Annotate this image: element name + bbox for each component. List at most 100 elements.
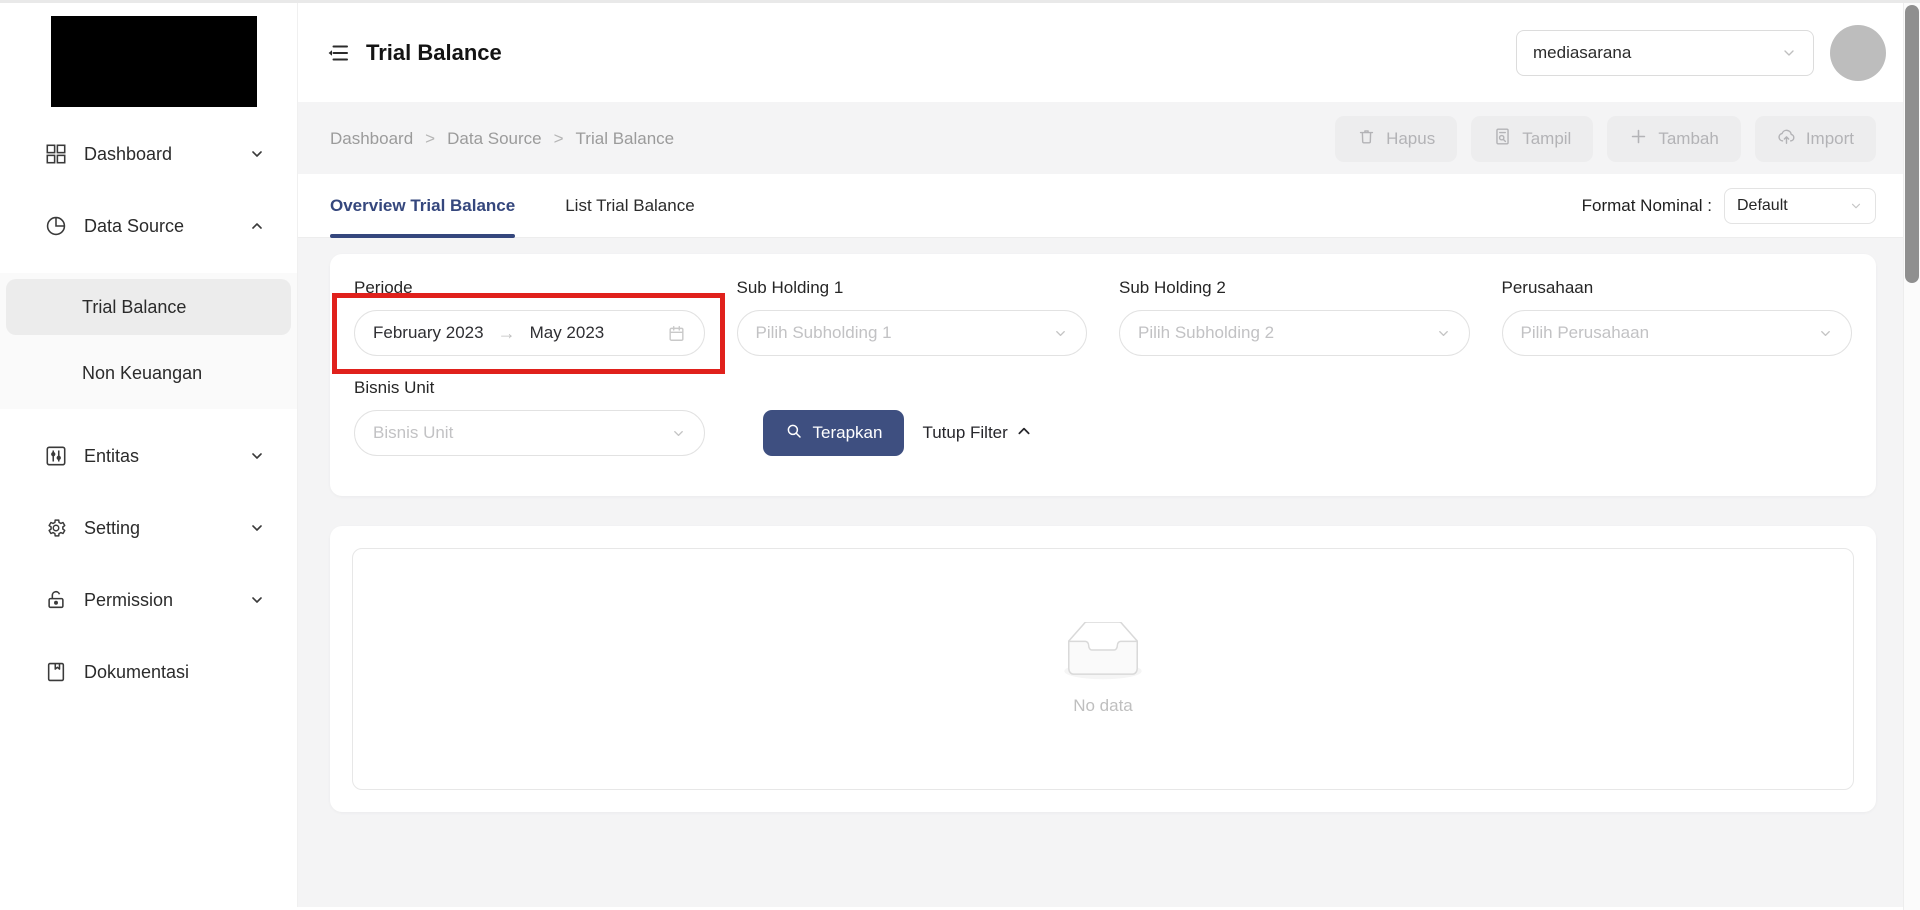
page-scrollbar[interactable] bbox=[1903, 3, 1920, 910]
main-area: Trial Balance mediasarana Dashboard > Da… bbox=[298, 3, 1920, 907]
tab-label: List Trial Balance bbox=[565, 196, 694, 216]
empty-inbox-icon bbox=[1055, 622, 1151, 688]
tutup-filter-label: Tutup Filter bbox=[922, 423, 1007, 443]
tampil-button-label: Tampil bbox=[1522, 129, 1571, 149]
calendar-icon bbox=[667, 324, 686, 343]
bisnis-unit-select[interactable]: Bisnis Unit bbox=[354, 410, 705, 456]
filter-panel: Periode February 2023 → May 2023 bbox=[330, 254, 1876, 496]
sidebar-item-non-keuangan[interactable]: Non Keuangan bbox=[0, 345, 297, 401]
workspace-select-value: mediasarana bbox=[1533, 43, 1631, 63]
periode-filter: Periode February 2023 → May 2023 bbox=[354, 278, 705, 356]
filter-actions: Terapkan Tutup Filter bbox=[737, 410, 1470, 456]
breadcrumb-separator: > bbox=[554, 129, 564, 149]
breadcrumb-data-source[interactable]: Data Source bbox=[447, 129, 542, 149]
chevron-down-icon bbox=[1436, 326, 1451, 341]
pie-chart-icon bbox=[44, 214, 68, 238]
sub-holding-2-filter: Sub Holding 2 Pilih Subholding 2 bbox=[1119, 278, 1470, 356]
sidebar-item-label: Permission bbox=[84, 590, 173, 611]
dashboard-grid-icon bbox=[44, 142, 68, 166]
chevron-down-icon bbox=[249, 592, 265, 608]
periode-range-picker[interactable]: February 2023 → May 2023 bbox=[354, 310, 705, 356]
file-search-icon bbox=[1493, 127, 1512, 151]
workspace-select[interactable]: mediasarana bbox=[1516, 30, 1814, 76]
sidebar-item-trial-balance[interactable]: Trial Balance bbox=[6, 279, 291, 335]
book-icon bbox=[44, 660, 68, 684]
empty-state: No data bbox=[352, 548, 1854, 790]
unlock-icon bbox=[44, 588, 68, 612]
tambah-button[interactable]: Tambah bbox=[1607, 116, 1740, 162]
toolbar: Hapus Tampil Tambah Import bbox=[1335, 116, 1876, 162]
content-area: Dashboard > Data Source > Trial Balance … bbox=[298, 102, 1920, 907]
arrow-right-icon: → bbox=[498, 323, 516, 344]
sub-holding-2-placeholder: Pilih Subholding 2 bbox=[1138, 323, 1274, 343]
sliders-icon bbox=[44, 444, 68, 468]
sidebar-item-label: Entitas bbox=[84, 446, 139, 467]
results-panel: No data bbox=[330, 526, 1876, 812]
format-nominal-select[interactable]: Default bbox=[1724, 188, 1876, 224]
app-root: Dashboard Data Source Trial Balance bbox=[0, 3, 1920, 907]
data-source-submenu: Trial Balance Non Keuangan bbox=[0, 273, 297, 409]
perusahaan-label: Perusahaan bbox=[1502, 278, 1853, 298]
tambah-button-label: Tambah bbox=[1658, 129, 1718, 149]
sidebar-item-setting[interactable]: Setting bbox=[0, 503, 297, 553]
bisnis-unit-label: Bisnis Unit bbox=[354, 378, 705, 398]
empty-state-text: No data bbox=[1073, 696, 1133, 716]
sidebar-item-dashboard[interactable]: Dashboard bbox=[0, 129, 297, 179]
breadcrumb: Dashboard > Data Source > Trial Balance bbox=[330, 129, 674, 149]
page-title: Trial Balance bbox=[366, 40, 502, 66]
menu-fold-icon[interactable] bbox=[326, 41, 350, 65]
format-nominal-label: Format Nominal : bbox=[1582, 196, 1712, 216]
plus-icon bbox=[1629, 127, 1648, 151]
breadcrumb-trial-balance[interactable]: Trial Balance bbox=[576, 129, 675, 149]
tab-list-trial-balance[interactable]: List Trial Balance bbox=[565, 174, 694, 237]
sub-holding-1-filter: Sub Holding 1 Pilih Subholding 1 bbox=[737, 278, 1088, 356]
chevron-down-icon bbox=[1053, 326, 1068, 341]
chevron-down-icon bbox=[1781, 45, 1797, 61]
bisnis-unit-placeholder: Bisnis Unit bbox=[373, 423, 453, 443]
company-logo-redacted bbox=[51, 16, 257, 107]
sidebar-item-label: Setting bbox=[84, 518, 140, 539]
sub-holding-2-select[interactable]: Pilih Subholding 2 bbox=[1119, 310, 1470, 356]
bisnis-unit-filter: Bisnis Unit Bisnis Unit bbox=[354, 378, 705, 456]
perusahaan-placeholder: Pilih Perusahaan bbox=[1521, 323, 1650, 343]
terapkan-button-label: Terapkan bbox=[813, 423, 883, 443]
import-button-label: Import bbox=[1806, 129, 1854, 149]
sub-holding-1-select[interactable]: Pilih Subholding 1 bbox=[737, 310, 1088, 356]
chevron-up-icon bbox=[249, 218, 265, 234]
terapkan-button[interactable]: Terapkan bbox=[763, 410, 905, 456]
chevron-down-icon bbox=[249, 520, 265, 536]
tutup-filter-link[interactable]: Tutup Filter bbox=[922, 423, 1031, 444]
chevron-down-icon bbox=[249, 448, 265, 464]
trash-icon bbox=[1357, 127, 1376, 151]
sidebar-item-data-source[interactable]: Data Source bbox=[0, 201, 297, 251]
chevron-down-icon bbox=[1818, 326, 1833, 341]
avatar[interactable] bbox=[1830, 25, 1886, 81]
breadcrumb-dashboard[interactable]: Dashboard bbox=[330, 129, 413, 149]
scrollbar-thumb[interactable] bbox=[1905, 5, 1919, 283]
format-nominal: Format Nominal : Default bbox=[1582, 188, 1876, 224]
breadcrumb-separator: > bbox=[425, 129, 435, 149]
periode-end-value: May 2023 bbox=[530, 323, 605, 343]
sub-holding-1-label: Sub Holding 1 bbox=[737, 278, 1088, 298]
tampil-button[interactable]: Tampil bbox=[1471, 116, 1593, 162]
sidebar-item-permission[interactable]: Permission bbox=[0, 575, 297, 625]
chevron-down-icon bbox=[249, 146, 265, 162]
perusahaan-select[interactable]: Pilih Perusahaan bbox=[1502, 310, 1853, 356]
hapus-button[interactable]: Hapus bbox=[1335, 116, 1457, 162]
sidebar-item-dokumentasi[interactable]: Dokumentasi bbox=[0, 647, 297, 697]
periode-label: Periode bbox=[354, 278, 705, 298]
hapus-button-label: Hapus bbox=[1386, 129, 1435, 149]
format-nominal-value: Default bbox=[1737, 197, 1788, 215]
import-button[interactable]: Import bbox=[1755, 116, 1876, 162]
tab-overview-trial-balance[interactable]: Overview Trial Balance bbox=[330, 174, 515, 237]
sidebar-item-label: Data Source bbox=[84, 216, 184, 237]
periode-start-value: February 2023 bbox=[373, 323, 484, 343]
sub-holding-1-placeholder: Pilih Subholding 1 bbox=[756, 323, 892, 343]
chevron-up-icon bbox=[1016, 423, 1032, 444]
sidebar-item-label: Dashboard bbox=[84, 144, 172, 165]
tab-label: Overview Trial Balance bbox=[330, 196, 515, 216]
search-icon bbox=[785, 422, 803, 445]
topbar-row: Dashboard > Data Source > Trial Balance … bbox=[330, 116, 1876, 162]
sidebar-item-entitas[interactable]: Entitas bbox=[0, 431, 297, 481]
sub-holding-2-label: Sub Holding 2 bbox=[1119, 278, 1470, 298]
